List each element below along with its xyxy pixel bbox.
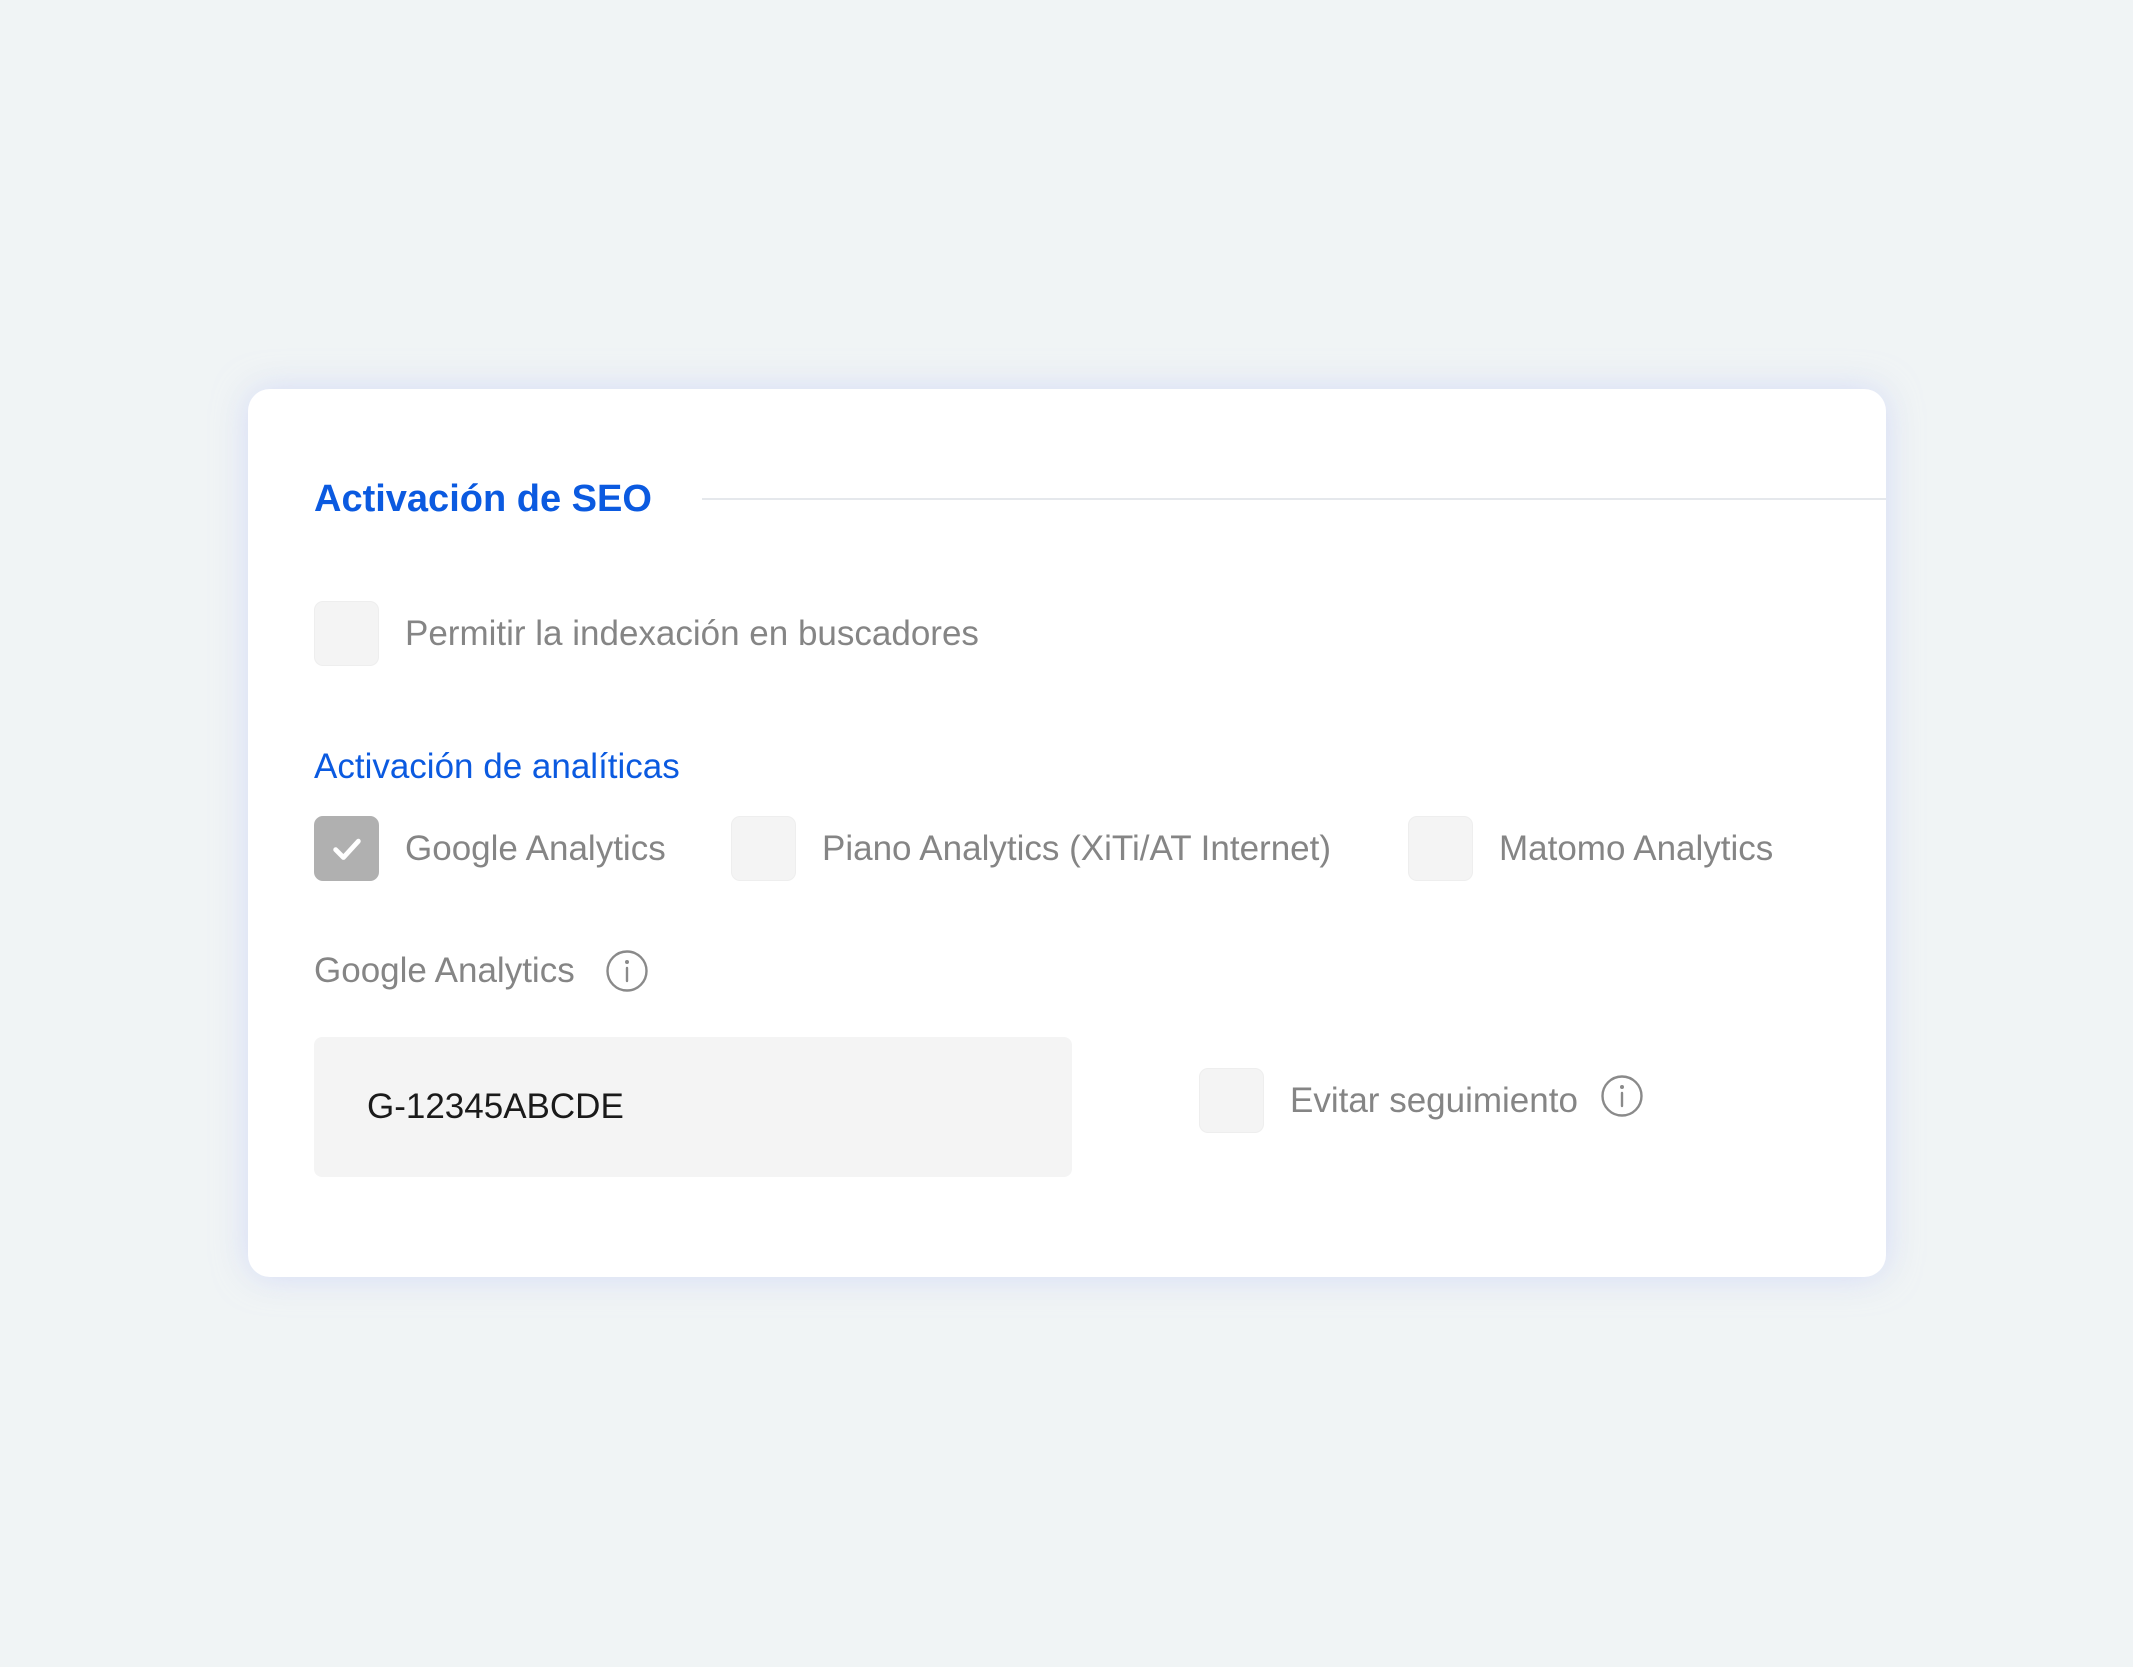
google-analytics-field-label: Google Analytics bbox=[314, 949, 649, 993]
seo-section-title: Activación de SEO bbox=[314, 477, 652, 520]
allow-indexing-option[interactable]: Permitir la indexación en buscadores bbox=[314, 601, 979, 666]
checkmark-icon bbox=[332, 838, 361, 860]
google-analytics-field-label-text: Google Analytics bbox=[314, 951, 575, 990]
google-analytics-checkbox[interactable] bbox=[314, 816, 379, 881]
avoid-tracking-option[interactable]: Evitar seguimiento bbox=[1199, 1068, 1644, 1133]
matomo-analytics-checkbox[interactable] bbox=[1408, 816, 1473, 881]
info-icon[interactable] bbox=[605, 949, 649, 993]
piano-analytics-label: Piano Analytics (XiTi/AT Internet) bbox=[822, 828, 1332, 868]
matomo-analytics-option[interactable]: Matomo Analytics bbox=[1408, 816, 1773, 881]
piano-analytics-checkbox[interactable] bbox=[731, 816, 796, 881]
google-analytics-option[interactable]: Google Analytics bbox=[314, 816, 666, 881]
avoid-tracking-checkbox[interactable] bbox=[1199, 1068, 1264, 1133]
allow-indexing-label: Permitir la indexación en buscadores bbox=[405, 613, 979, 653]
matomo-analytics-label: Matomo Analytics bbox=[1499, 828, 1774, 868]
seo-settings-card: Activación de SEO Permitir la indexación… bbox=[248, 389, 1886, 1277]
avoid-tracking-label: Evitar seguimiento bbox=[1290, 1080, 1578, 1120]
allow-indexing-checkbox[interactable] bbox=[314, 601, 379, 666]
section-header: Activación de SEO bbox=[314, 469, 1886, 529]
info-icon[interactable] bbox=[1600, 1074, 1644, 1118]
google-analytics-id-input[interactable]: G-12345ABCDE bbox=[314, 1037, 1072, 1177]
piano-analytics-option[interactable]: Piano Analytics (XiTi/AT Internet) bbox=[731, 816, 1331, 881]
section-divider bbox=[701, 498, 1886, 500]
analytics-section-title: Activación de analíticas bbox=[314, 747, 680, 786]
google-analytics-label: Google Analytics bbox=[405, 828, 666, 868]
